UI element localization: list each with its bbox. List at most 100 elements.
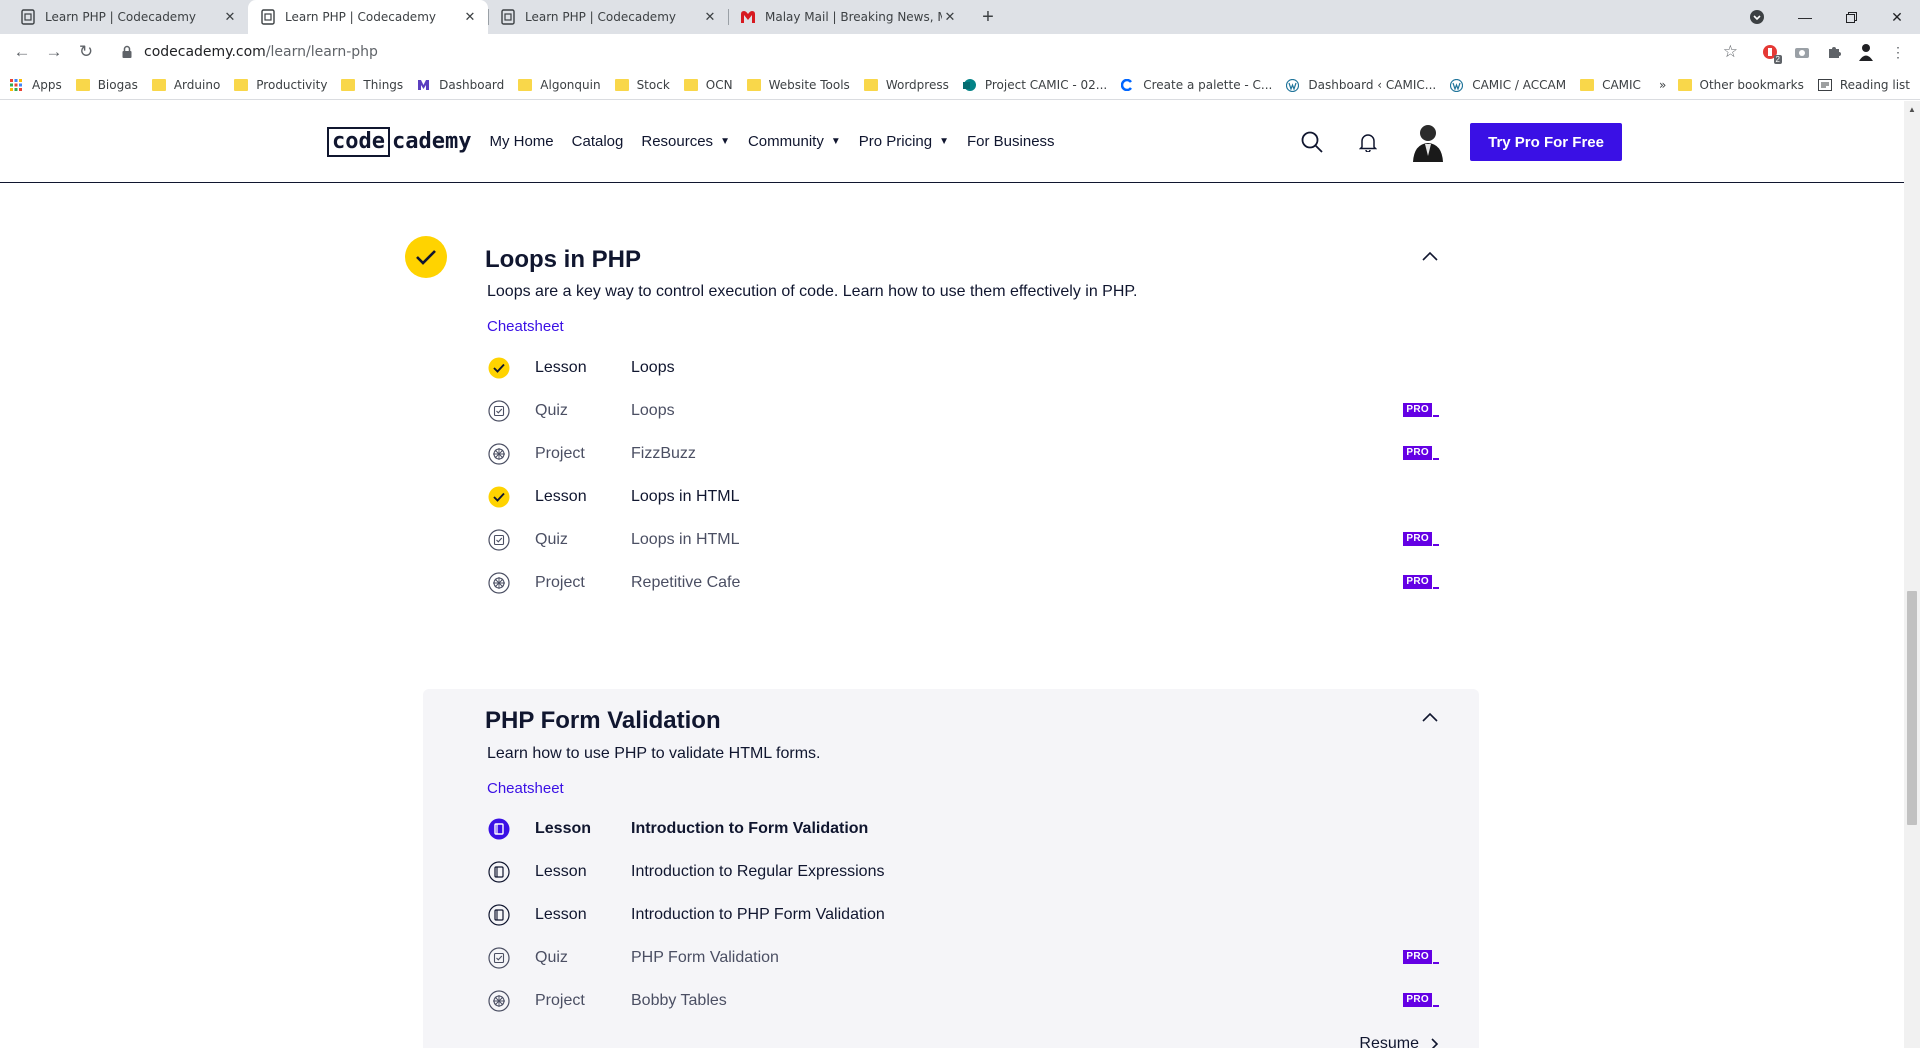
bookmark-item[interactable]: Stock (614, 78, 670, 92)
module-item-project[interactable]: Project FizzBuzz PRO (487, 432, 1439, 475)
item-name: Bobby Tables (631, 991, 727, 1009)
malaymail-icon (740, 9, 756, 25)
browser-tab[interactable]: Learn PHP | Codecademy ✕ (248, 0, 488, 34)
module-item-project[interactable]: Project Bobby Tables PRO (487, 979, 1439, 1022)
bookmark-item[interactable]: Biogas (75, 78, 138, 92)
url-text: codecademy.com/learn/learn-php (144, 44, 378, 60)
scrollbar-thumb[interactable] (1907, 591, 1917, 825)
close-tab-icon[interactable]: ✕ (702, 9, 718, 25)
search-icon[interactable] (1298, 128, 1326, 156)
module-item-quiz[interactable]: Quiz PHP Form Validation PRO (487, 936, 1439, 979)
module-title: Loops in PHP (485, 246, 641, 273)
restore-button[interactable] (1828, 0, 1874, 34)
codecademy-icon (20, 9, 36, 25)
nav-for-business[interactable]: For Business (967, 133, 1055, 150)
module-item-quiz[interactable]: Quiz Loops in HTML PRO (487, 518, 1439, 561)
bookmark-item[interactable]: Create a palette - C... (1121, 78, 1272, 92)
item-type: Lesson (535, 487, 587, 505)
bookmark-item[interactable]: Dashboard (417, 78, 504, 92)
new-tab-button[interactable]: + (974, 3, 1002, 31)
scroll-up-arrow-icon[interactable]: ▲ (1908, 105, 1916, 114)
bookmark-item[interactable]: Things (341, 78, 403, 92)
tab-search-icon[interactable] (1740, 0, 1774, 34)
item-type: Project (535, 991, 585, 1009)
bookmark-item[interactable]: Wordpress (863, 77, 949, 92)
other-bookmarks[interactable]: Other bookmarks (1677, 78, 1804, 92)
browser-tab[interactable]: Malay Mail | Breaking News, Mala✕ (728, 0, 968, 34)
extensions-puzzle-icon[interactable] (1820, 38, 1848, 66)
adblock-extension-icon[interactable]: 2 (1756, 38, 1784, 66)
bookmark-item[interactable]: OCN (683, 78, 733, 92)
bookmark-item[interactable]: Apps (10, 78, 62, 92)
nav-my-home[interactable]: My Home (489, 133, 553, 150)
close-tab-icon[interactable]: ✕ (462, 9, 478, 25)
address-bar[interactable]: codecademy.com/learn/learn-php ☆ (110, 38, 1748, 66)
module-item-lesson[interactable]: Lesson Loops in HTML (487, 475, 1439, 518)
module-item-lesson[interactable]: Lesson Loops (487, 346, 1439, 389)
chrome-menu-icon[interactable]: ⋮ (1884, 38, 1912, 66)
pro-label: PRO (1403, 575, 1432, 589)
close-tab-icon[interactable]: ✕ (222, 9, 238, 25)
nav-catalog[interactable]: Catalog (572, 133, 624, 150)
apps-grid-icon (10, 78, 24, 91)
caret-down-icon: ▼ (720, 136, 730, 147)
module-item-lesson[interactable]: Lesson Introduction to PHP Form Validatio… (487, 893, 1439, 936)
user-avatar[interactable] (1410, 122, 1446, 162)
quiz-icon (487, 946, 511, 970)
module-item-project[interactable]: Project Repetitive Cafe PRO (487, 561, 1439, 604)
lesson-icon (487, 860, 511, 884)
page-scrollbar[interactable]: ▲ (1904, 101, 1920, 1048)
bookmarks-overflow-button[interactable]: » (1659, 78, 1666, 92)
chevron-up-icon[interactable] (1421, 711, 1439, 723)
module-item-lesson[interactable]: Lesson Introduction to Regular Expression… (487, 850, 1439, 893)
forward-icon[interactable]: → (40, 38, 68, 66)
nav-pro-pricing[interactable]: Pro Pricing ▼ (859, 133, 949, 150)
browser-tab[interactable]: Learn PHP | Codecademy ✕ (488, 0, 728, 34)
reading-list[interactable]: Reading list (1817, 78, 1910, 92)
bookmark-item[interactable]: Dashboard ‹ CAMIC... (1286, 78, 1436, 92)
item-name: Loops (631, 401, 675, 419)
bookmark-item[interactable]: Algonquin (518, 77, 601, 92)
item-type: Lesson (535, 358, 587, 376)
pro-label: PRO (1403, 950, 1432, 964)
bookmark-item[interactable]: Website Tools (746, 77, 850, 92)
bookmark-label: Website Tools (768, 77, 850, 92)
bookmark-item[interactable]: Arduino (151, 78, 220, 92)
bookmark-label: Wordpress (885, 77, 949, 92)
bookmark-star-icon[interactable]: ☆ (1723, 42, 1738, 62)
bookmark-item[interactable]: Project CAMIC - 02... (962, 78, 1107, 92)
camera-extension-icon[interactable] (1788, 38, 1816, 66)
bookmark-item[interactable]: CAMIC / ACCAM (1450, 78, 1566, 92)
try-pro-button[interactable]: Try Pro For Free (1470, 123, 1622, 161)
pro-badge: PRO (1403, 575, 1439, 589)
bookmark-label: Algonquin (540, 77, 601, 92)
folder-icon (341, 78, 356, 91)
caret-down-icon: ▼ (939, 136, 949, 147)
pro-cursor-mark (1433, 544, 1439, 546)
back-icon[interactable]: ← (8, 38, 36, 66)
bookmark-label: Dashboard ‹ CAMIC... (1308, 77, 1437, 92)
cheatsheet-link[interactable]: Cheatsheet (487, 318, 564, 335)
browser-tab[interactable]: Learn PHP | Codecademy ✕ (8, 0, 248, 34)
minimize-button[interactable]: — (1782, 0, 1828, 34)
bookmark-item[interactable]: CAMIC (1580, 78, 1641, 92)
tab-title: Learn PHP | Codecademy (285, 10, 436, 24)
nav-resources[interactable]: Resources ▼ (641, 133, 730, 150)
window-controls: — ✕ (1740, 0, 1920, 34)
resume-link[interactable]: Resume (1359, 1035, 1439, 1048)
profile-avatar-icon[interactable] (1852, 38, 1880, 66)
module-item-quiz[interactable]: Quiz Loops PRO (487, 389, 1439, 432)
close-tab-icon[interactable]: ✕ (942, 9, 958, 25)
module-item-lesson[interactable]: Lesson Introduction to Form Validation (487, 807, 1439, 850)
reload-icon[interactable]: ↻ (72, 38, 100, 66)
codecademy-logo[interactable]: code cademy (327, 126, 471, 157)
notifications-bell-icon[interactable] (1354, 128, 1382, 156)
close-window-button[interactable]: ✕ (1874, 0, 1920, 34)
cheatsheet-link[interactable]: Cheatsheet (487, 780, 564, 797)
item-name: Introduction to Regular Expressions (631, 862, 885, 880)
chevron-up-icon[interactable] (1421, 250, 1439, 262)
bookmark-item[interactable]: Productivity (234, 78, 327, 92)
item-type: Lesson (535, 862, 587, 880)
nav-community[interactable]: Community ▼ (748, 133, 841, 150)
chevron-right-icon (1431, 1038, 1439, 1048)
